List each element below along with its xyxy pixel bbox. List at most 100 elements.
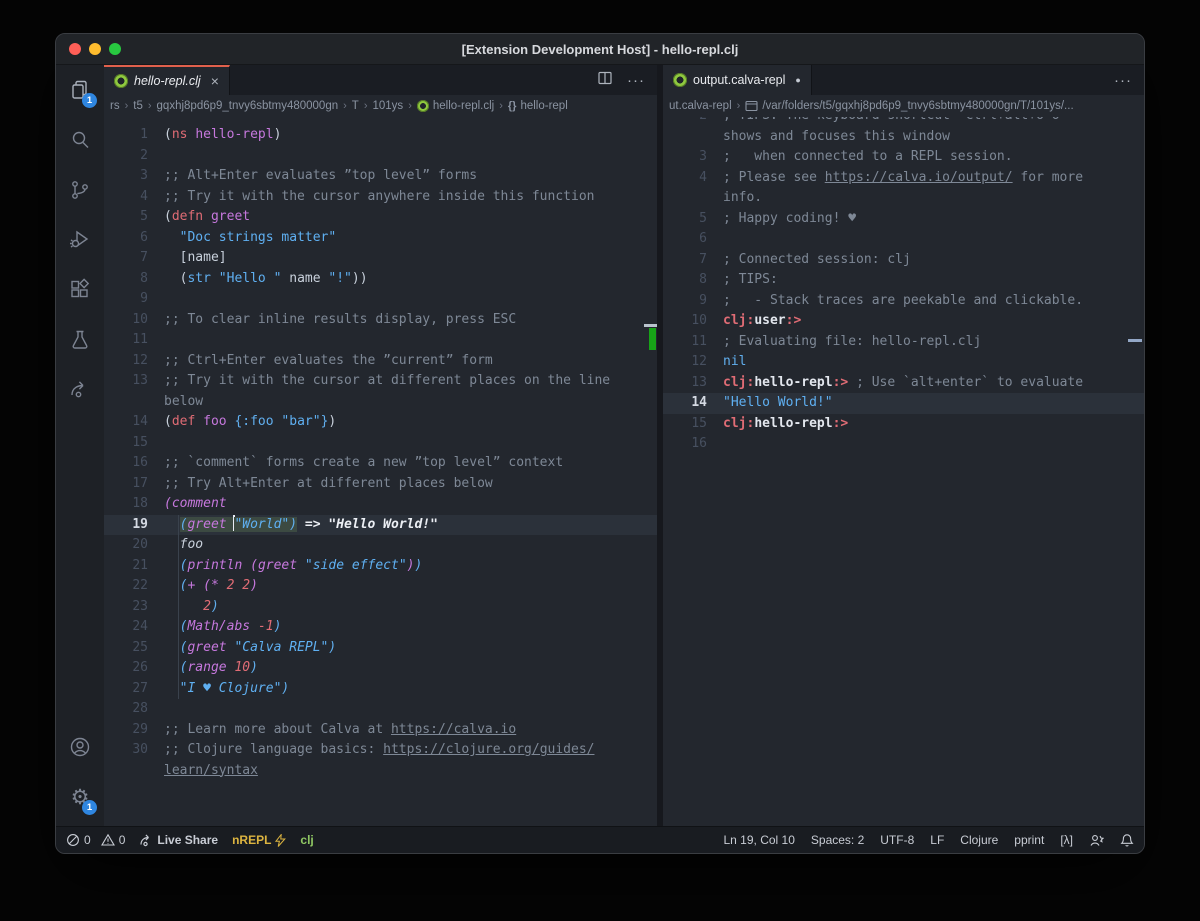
code-line[interactable]: info. bbox=[663, 188, 1144, 209]
code-line[interactable]: 17;; Try Alt+Enter at different places b… bbox=[104, 474, 657, 495]
code-line[interactable]: 15 bbox=[104, 433, 657, 454]
code-line[interactable]: 27 "I ♥ Clojure") bbox=[104, 679, 657, 700]
code-line[interactable]: 23 2) bbox=[104, 597, 657, 618]
code-line[interactable]: 7 [name] bbox=[104, 248, 657, 269]
line-number: 8 bbox=[104, 269, 148, 290]
code-line[interactable]: 8; TIPS: bbox=[663, 270, 1144, 291]
live-share-status[interactable]: Live Share bbox=[139, 833, 218, 847]
close-tab-icon[interactable]: × bbox=[211, 73, 219, 89]
line-number: 12 bbox=[663, 352, 707, 373]
code-line[interactable]: 4;; Try it with the cursor anywhere insi… bbox=[104, 187, 657, 208]
breadcrumb-symbol[interactable]: hello-repl bbox=[520, 100, 567, 112]
explorer-icon[interactable]: 1 bbox=[56, 65, 104, 115]
live-share-activity-icon[interactable] bbox=[56, 365, 104, 415]
run-debug-icon[interactable] bbox=[56, 215, 104, 265]
code-line[interactable]: 9 bbox=[104, 289, 657, 310]
code-line[interactable]: 3; when connected to a REPL session. bbox=[663, 147, 1144, 168]
code-line[interactable]: 9; - Stack traces are peekable and click… bbox=[663, 291, 1144, 312]
editor-hello-repl[interactable]: 1(ns hello-repl)23;; Alt+Enter evaluates… bbox=[104, 117, 657, 826]
editor-output-calva-repl[interactable]: 2; TIPS: The keyboard shortcut `ctrl+alt… bbox=[657, 117, 1144, 826]
breadcrumb-left: rs›t5›gqxhj8pd6p9_tnvy6sbtmy480000gn›T›1… bbox=[104, 95, 657, 117]
extensions-icon[interactable] bbox=[56, 265, 104, 315]
code-line[interactable]: 29;; Learn more about Calva at https://c… bbox=[104, 720, 657, 741]
activity-bar: 1 bbox=[56, 65, 104, 826]
code-line[interactable]: 12;; Ctrl+Enter evaluates the ”current” … bbox=[104, 351, 657, 372]
code-line[interactable]: 3;; Alt+Enter evaluates ”top level” form… bbox=[104, 166, 657, 187]
code-line[interactable]: 16;; `comment` forms create a new ”top l… bbox=[104, 453, 657, 474]
modified-dot-icon[interactable]: ● bbox=[795, 75, 800, 85]
code-line[interactable]: learn/syntax bbox=[104, 761, 657, 782]
breadcrumb-path[interactable]: /var/folders/t5/gqxhj8pd6p9_tnvy6sbtmy48… bbox=[762, 100, 1073, 112]
repl-session-type[interactable]: clj bbox=[300, 833, 313, 847]
bell-icon[interactable] bbox=[1120, 833, 1134, 848]
editor-group-right-tabs: output.calva-repl ● ··· bbox=[657, 65, 1144, 95]
account-icon[interactable] bbox=[56, 722, 104, 772]
desktop: [Extension Development Host] - hello-rep… bbox=[0, 0, 1200, 921]
code-line[interactable]: 4; Please see https://calva.io/output/ f… bbox=[663, 168, 1144, 189]
breadcrumb-file[interactable]: hello-repl.clj bbox=[433, 100, 494, 112]
code-line[interactable]: 20 foo bbox=[104, 535, 657, 556]
split-editor-icon[interactable] bbox=[597, 70, 613, 91]
more-actions-icon[interactable]: ··· bbox=[1114, 72, 1132, 89]
code-line[interactable]: 2 bbox=[104, 146, 657, 167]
code-line[interactable]: 10clj:user:> bbox=[663, 311, 1144, 332]
code-line[interactable]: 13;; Try it with the cursor at different… bbox=[104, 371, 657, 392]
code-line[interactable]: 24 (Math/abs -1) bbox=[104, 617, 657, 638]
code-line[interactable]: shows and focuses this window bbox=[663, 127, 1144, 148]
code-line[interactable]: 18(comment bbox=[104, 494, 657, 515]
code-line[interactable]: 30;; Clojure language basics: https://cl… bbox=[104, 740, 657, 761]
code-line[interactable]: 1(ns hello-repl) bbox=[104, 125, 657, 146]
line-number: 21 bbox=[104, 556, 148, 577]
encoding-status[interactable]: UTF-8 bbox=[880, 833, 914, 847]
breadcrumb-item[interactable]: t5 bbox=[133, 100, 143, 112]
line-number: 11 bbox=[104, 330, 148, 351]
code-line[interactable]: 25 (greet "Calva REPL") bbox=[104, 638, 657, 659]
more-actions-icon[interactable]: ··· bbox=[627, 72, 645, 89]
cursor-position-status[interactable]: Ln 19, Col 10 bbox=[724, 833, 795, 847]
problems-status[interactable]: 0 0 bbox=[66, 833, 125, 847]
code-line[interactable]: 21 (println (greet "side effect")) bbox=[104, 556, 657, 577]
line-number: 22 bbox=[104, 576, 148, 597]
code-line[interactable]: 7; Connected session: clj bbox=[663, 250, 1144, 271]
code-line[interactable]: 11; Evaluating file: hello-repl.clj bbox=[663, 332, 1144, 353]
code-line[interactable]: 13clj:hello-repl:> ; Use `alt+enter` to … bbox=[663, 373, 1144, 394]
code-line[interactable]: 22 (+ (* 2 2) bbox=[104, 576, 657, 597]
breadcrumb-item[interactable]: gqxhj8pd6p9_tnvy6sbtmy480000gn bbox=[157, 100, 339, 112]
breadcrumb-item[interactable]: ut.calva-repl bbox=[669, 100, 732, 112]
code-line[interactable]: 2; TIPS: The keyboard shortcut `ctrl+alt… bbox=[663, 117, 1144, 127]
code-line[interactable]: 28 bbox=[104, 699, 657, 720]
calva-file-icon bbox=[114, 74, 128, 88]
test-icon[interactable] bbox=[56, 315, 104, 365]
indentation-status[interactable]: Spaces: 2 bbox=[811, 833, 864, 847]
breadcrumb-item[interactable]: rs bbox=[110, 100, 120, 112]
source-control-icon[interactable] bbox=[56, 165, 104, 215]
line-number: 20 bbox=[104, 535, 148, 556]
breadcrumb-item[interactable]: T bbox=[352, 100, 359, 112]
tab-hello-repl[interactable]: hello-repl.clj × bbox=[104, 65, 230, 95]
tab-output-calva-repl[interactable]: output.calva-repl ● bbox=[663, 65, 812, 95]
code-line[interactable]: 26 (range 10) bbox=[104, 658, 657, 679]
language-mode-status[interactable]: Clojure bbox=[960, 833, 998, 847]
code-line[interactable]: below bbox=[104, 392, 657, 413]
calva-lambda-status[interactable]: [λ] bbox=[1060, 833, 1073, 847]
search-icon[interactable] bbox=[56, 115, 104, 165]
code-line[interactable]: 6 "Doc strings matter" bbox=[104, 228, 657, 249]
eol-status[interactable]: LF bbox=[930, 833, 944, 847]
code-line[interactable]: 19 (greet "World") => "Hello World!" bbox=[104, 515, 657, 536]
code-line[interactable]: 16 bbox=[663, 434, 1144, 455]
nrepl-status[interactable]: nREPL bbox=[232, 833, 286, 847]
code-line[interactable]: 11 bbox=[104, 330, 657, 351]
settings-gear-icon[interactable]: ⚙ 1 bbox=[56, 772, 104, 822]
code-line[interactable]: 12nil bbox=[663, 352, 1144, 373]
breadcrumb-item[interactable]: 101ys bbox=[373, 100, 404, 112]
pprint-status[interactable]: pprint bbox=[1014, 833, 1044, 847]
code-line[interactable]: 10;; To clear inline results display, pr… bbox=[104, 310, 657, 331]
code-line[interactable]: 14"Hello World!" bbox=[663, 393, 1144, 414]
code-line[interactable]: 14(def foo {:foo "bar"}) bbox=[104, 412, 657, 433]
code-line[interactable]: 15clj:hello-repl:> bbox=[663, 414, 1144, 435]
code-line[interactable]: 5(defn greet bbox=[104, 207, 657, 228]
code-line[interactable]: 8 (str "Hello " name "!")) bbox=[104, 269, 657, 290]
feedback-icon[interactable] bbox=[1089, 833, 1104, 848]
code-line[interactable]: 5; Happy coding! ♥ bbox=[663, 209, 1144, 230]
code-line[interactable]: 6 bbox=[663, 229, 1144, 250]
